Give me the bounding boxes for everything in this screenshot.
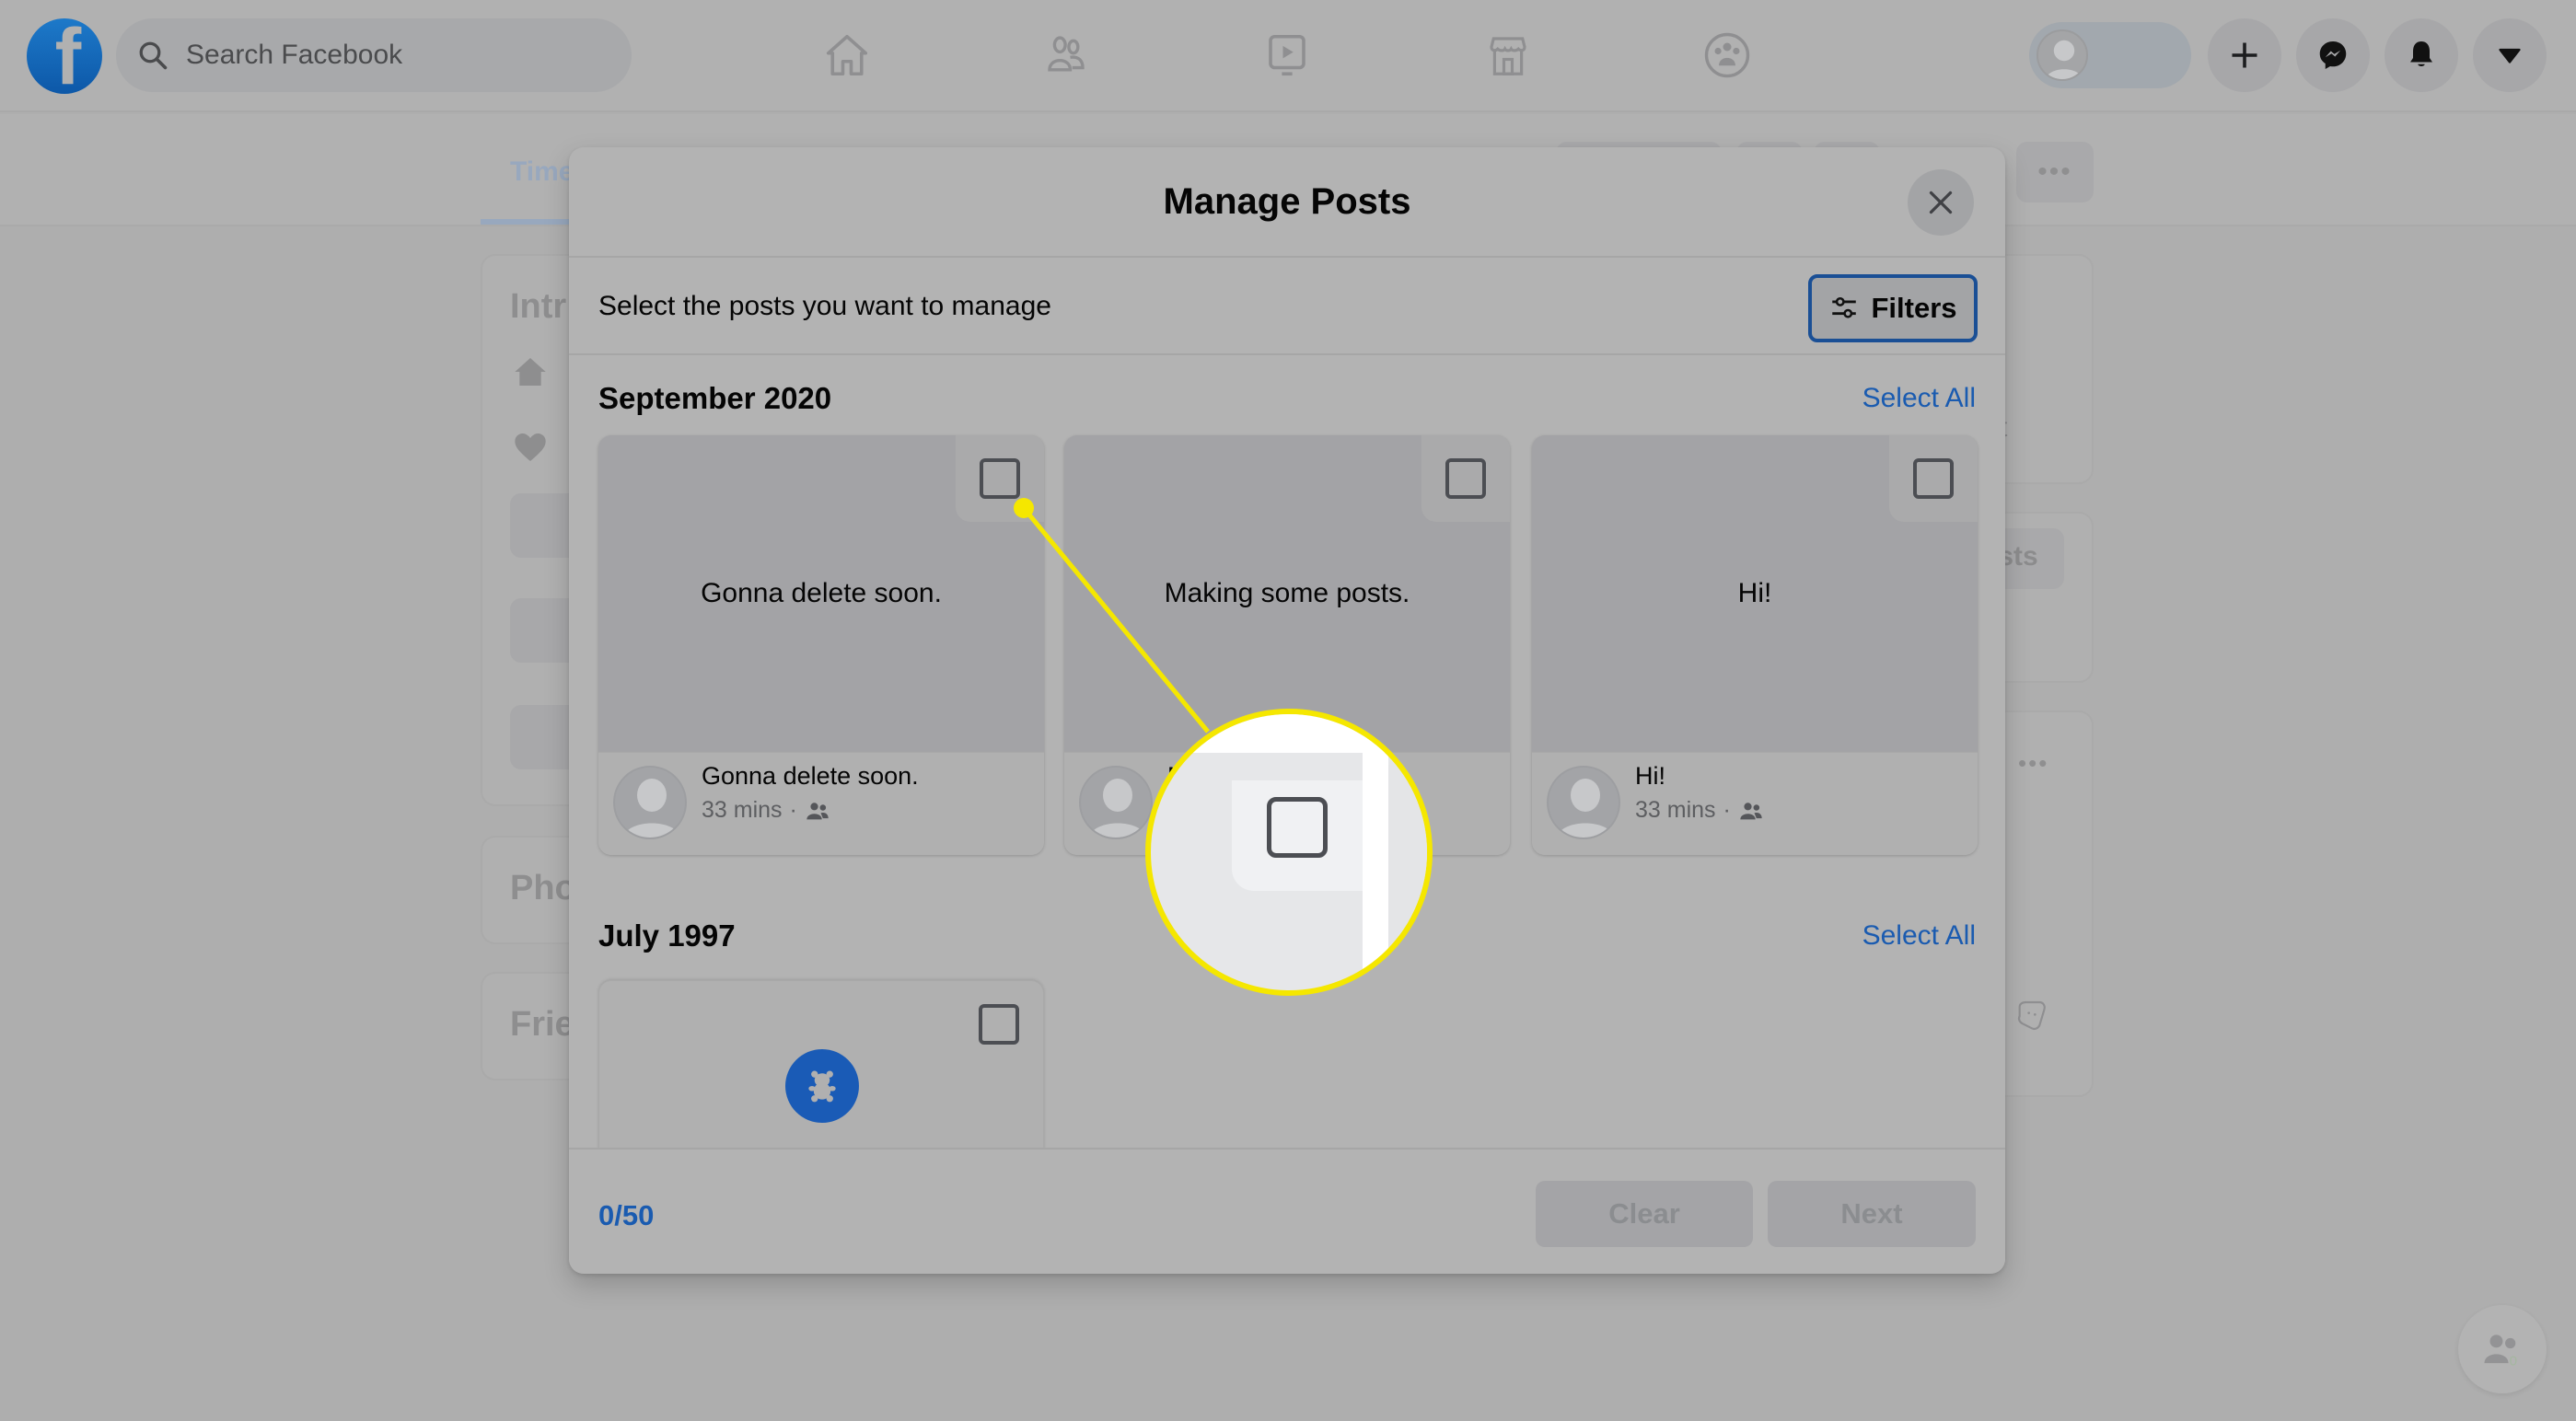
- default-avatar-icon: [2045, 40, 2083, 79]
- post-time[interactable]: 33 mins: [1635, 797, 1716, 824]
- life-event-badge: [785, 1049, 859, 1123]
- close-icon: [1929, 191, 1953, 214]
- messenger-button[interactable]: [2296, 18, 2370, 92]
- nav-groups[interactable]: [1700, 26, 1755, 85]
- search-input[interactable]: Search Facebook: [116, 18, 632, 92]
- post-meta: Gonna delete soon. 33 mins ·: [598, 752, 1044, 855]
- post-checkbox[interactable]: [980, 458, 1020, 499]
- default-avatar-icon: [1556, 779, 1615, 838]
- post-title: Hi!: [1635, 762, 1665, 790]
- dialog-footer: 0/50 Clear Next: [569, 1148, 2005, 1274]
- facebook-logo-letter: f: [54, 18, 82, 94]
- friends-audience-icon[interactable]: [805, 800, 830, 822]
- post-preview-text: Hi!: [1737, 578, 1772, 608]
- heart-icon: [515, 433, 546, 461]
- post-preview-text: Making some posts.: [1164, 578, 1410, 608]
- magnifier-callout: [1145, 709, 1433, 996]
- post-more-button[interactable]: •••: [2018, 749, 2048, 778]
- profile-more-button[interactable]: •••: [2016, 142, 2094, 202]
- contacts-icon: 0: [2484, 1334, 2517, 1369]
- marketplace-icon: [1490, 37, 1526, 75]
- post-checkbox-container: [1421, 435, 1510, 522]
- post-checkbox[interactable]: [1445, 458, 1486, 499]
- post-title: Gonna delete soon.: [702, 762, 919, 790]
- clear-button[interactable]: Clear: [1536, 1181, 1753, 1247]
- magnified-checkbox: [1267, 797, 1328, 858]
- account-menu-button[interactable]: [2473, 18, 2547, 92]
- facebook-logo[interactable]: f: [27, 18, 102, 94]
- instruction-text: Select the posts you want to manage: [598, 291, 1051, 321]
- post-preview-text: Gonna delete soon.: [701, 578, 942, 608]
- friends-audience-icon[interactable]: [1738, 800, 1764, 822]
- account-menu-icon: [2499, 48, 2521, 64]
- meta-separator: ·: [1723, 797, 1731, 823]
- create-button[interactable]: [2208, 18, 2281, 92]
- section-title: September 2020: [598, 381, 832, 415]
- nav-watch[interactable]: [1259, 26, 1315, 85]
- dialog-toolbar: Select the posts you want to manage Filt…: [569, 260, 2005, 355]
- nav-home[interactable]: [819, 26, 875, 85]
- meta-separator: ·: [789, 797, 797, 823]
- section-title: July 1997: [598, 918, 736, 953]
- sticker-icon: [2017, 1000, 2046, 1031]
- avatar: [1079, 766, 1153, 839]
- friends-icon: [1048, 36, 1085, 72]
- post-checkbox-container: [1889, 435, 1978, 522]
- close-button[interactable]: [1908, 169, 1974, 236]
- create-icon: [2232, 42, 2257, 68]
- home-icon: [515, 358, 546, 386]
- next-button[interactable]: Next: [1768, 1181, 1976, 1247]
- avatar: [1547, 766, 1620, 839]
- contacts-button[interactable]: 0: [2458, 1305, 2547, 1393]
- search-icon: [139, 41, 168, 70]
- post-time[interactable]: 33 mins: [702, 797, 783, 824]
- post-checkbox[interactable]: [1913, 458, 1954, 499]
- dialog-title: Manage Posts: [1163, 180, 1411, 222]
- notifications-button[interactable]: [2385, 18, 2458, 92]
- filters-icon: [1832, 296, 1857, 318]
- post-checkbox-container: [956, 435, 1044, 522]
- photos-heading: Pho: [510, 869, 576, 907]
- avatar: [613, 766, 687, 839]
- messenger-icon: [2319, 41, 2347, 69]
- profile-shortcut[interactable]: [2029, 22, 2191, 88]
- notifications-icon: [2410, 41, 2432, 66]
- select-all-link[interactable]: Select All: [1862, 920, 1976, 952]
- filters-label: Filters: [1871, 292, 1957, 324]
- post-subtitle: 33 mins ·: [702, 797, 830, 824]
- post-checkbox-container: [955, 981, 1043, 1068]
- post-card[interactable]: Hi! Hi! 33 mins ·: [1532, 435, 1978, 855]
- top-navigation-bar: f Search Facebook: [0, 0, 2576, 112]
- search-placeholder: Search Facebook: [186, 40, 403, 70]
- groups-icon: [1704, 32, 1750, 78]
- selection-counter: 0/50: [598, 1199, 655, 1231]
- friends-heading: Frie: [510, 1005, 574, 1044]
- post-card[interactable]: Gonna delete soon. Gonna delete soon. 33…: [598, 435, 1044, 855]
- intro-heading: Intr: [510, 287, 567, 326]
- home-icon: [826, 34, 868, 76]
- contacts-count: 0: [2510, 1353, 2517, 1369]
- nav-friends[interactable]: [1039, 26, 1094, 85]
- nav-marketplace[interactable]: [1480, 26, 1536, 85]
- post-meta: Hi! 33 mins ·: [1532, 752, 1978, 855]
- select-all-link[interactable]: Select All: [1862, 383, 1976, 414]
- post-subtitle: 33 mins ·: [1635, 797, 1764, 824]
- default-avatar-icon: [622, 779, 681, 838]
- dialog-header: Manage Posts: [569, 147, 2005, 258]
- filters-button[interactable]: Filters: [1808, 274, 1978, 342]
- tab-timeline[interactable]: Time: [510, 156, 574, 188]
- profile-avatar: [2036, 29, 2088, 81]
- default-avatar-icon: [1088, 779, 1147, 838]
- teddy-bear-icon: [808, 1070, 836, 1103]
- watch-icon: [1269, 34, 1305, 76]
- post-checkbox[interactable]: [979, 1004, 1019, 1045]
- post-card[interactable]: [598, 980, 1044, 1155]
- magnifier-gap: [1363, 714, 1388, 990]
- magnified-next-card: [1388, 751, 1427, 990]
